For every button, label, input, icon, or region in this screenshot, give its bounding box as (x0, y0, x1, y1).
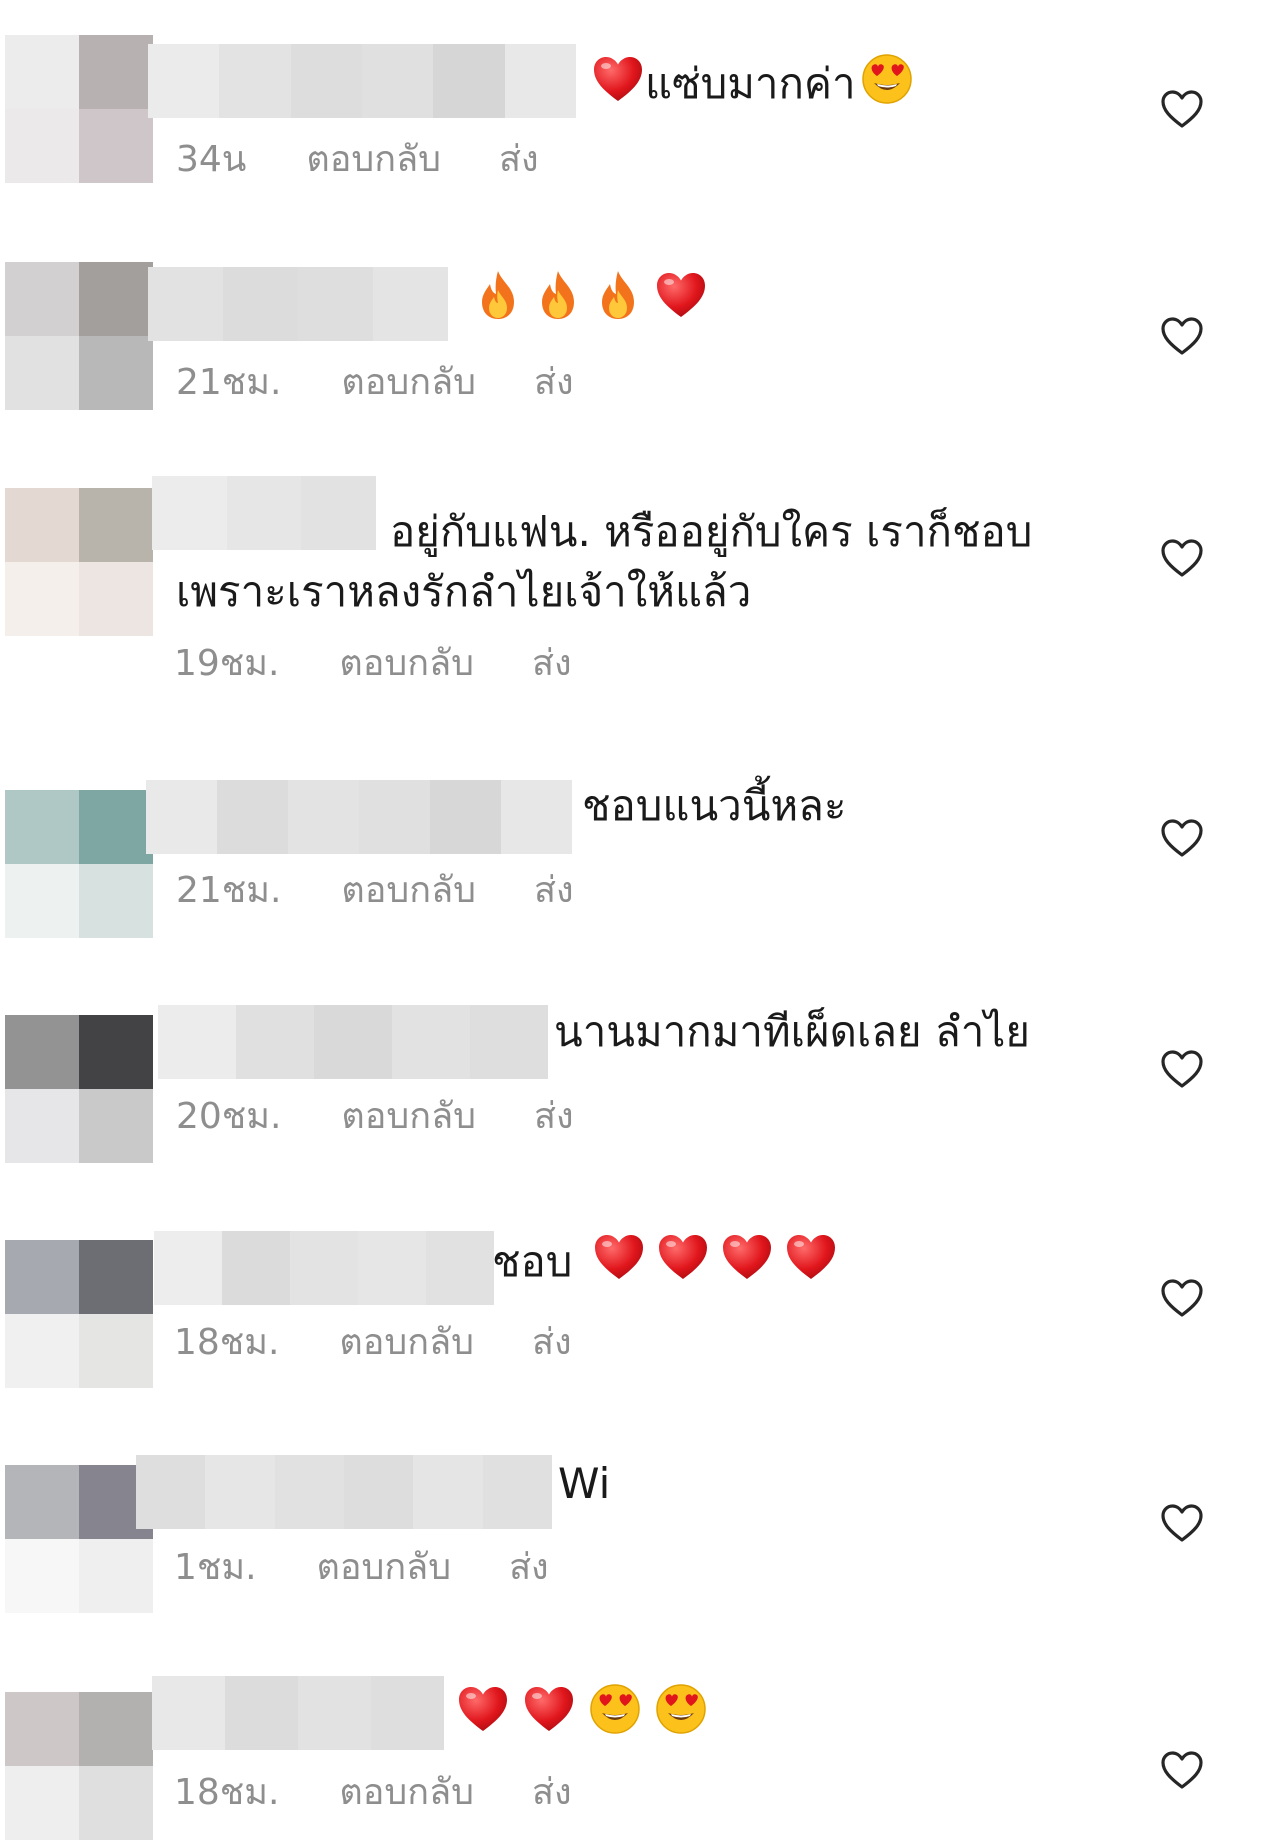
like-heart-icon[interactable] (1160, 316, 1204, 356)
comment-item: 21ชม. ตอบกลับ ส่ง (0, 262, 1280, 412)
username-redacted[interactable] (158, 1005, 548, 1079)
timestamp: 21ชม. (176, 870, 282, 911)
username-redacted[interactable] (136, 1455, 552, 1529)
heart-eyes-emoji (588, 1682, 642, 1751)
like-heart-icon[interactable] (1160, 89, 1204, 129)
red-heart-emoji (522, 1684, 576, 1749)
comment-text: อยู่กับแฟน. หรืออยู่กับใคร เราก็ชอบ (390, 507, 1033, 556)
comment-item: ชอบ 18ชม. ตอบกลับ ส่ง (0, 1231, 1280, 1390)
comment-item: แซ่บมากค่า 34น ตอบกลับ ส่ง (0, 35, 1280, 185)
avatar[interactable] (5, 35, 153, 183)
comment-text-continued: เพราะเราหลงรักลำไยเจ้าให้แล้ว (176, 567, 752, 616)
send-button[interactable]: ส่ง (534, 868, 574, 914)
send-button[interactable]: ส่ง (509, 1545, 549, 1591)
comment-text: นานมากมาทีเผ็ดเลย ลำไย (554, 1007, 1031, 1056)
timestamp: 18ชม. (174, 1322, 280, 1363)
timestamp: 18ชม. (174, 1772, 280, 1813)
red-heart-emoji (456, 1684, 510, 1749)
comment-item: ชอบแนวนี้หละ 21ชม. ตอบกลับ ส่ง (0, 780, 1280, 940)
send-button[interactable]: ส่ง (532, 1320, 572, 1366)
heart-eyes-emoji (654, 1682, 708, 1751)
timestamp: 20ชม. (176, 1096, 282, 1137)
fire-emoji (594, 268, 642, 337)
avatar[interactable] (5, 1015, 153, 1163)
like-heart-icon[interactable] (1160, 818, 1204, 858)
comment-text (452, 1682, 708, 1751)
reply-button[interactable]: ตอบกลับ (339, 1320, 474, 1366)
comment-text: ชอบแนวนี้หละ (582, 781, 847, 830)
comment-item: อยู่กับแฟน. หรืออยู่กับใคร เราก็ชอบ เพรา… (0, 476, 1280, 698)
send-button[interactable]: ส่ง (534, 1094, 574, 1140)
comment-meta: 21ชม. ตอบกลับ ส่ง (176, 868, 574, 914)
reply-button[interactable]: ตอบกลับ (306, 137, 441, 183)
comment-meta: 34น ตอบกลับ ส่ง (176, 137, 539, 183)
red-heart-emoji (654, 270, 708, 335)
send-button[interactable]: ส่ง (532, 641, 572, 687)
like-heart-icon[interactable] (1160, 1750, 1204, 1790)
reply-button[interactable]: ตอบกลับ (339, 1770, 474, 1816)
reply-button[interactable]: ตอบกลับ (341, 360, 476, 406)
timestamp: 34น (176, 139, 247, 180)
avatar[interactable] (5, 488, 153, 636)
username-redacted[interactable] (148, 267, 448, 341)
like-heart-icon[interactable] (1160, 1278, 1204, 1318)
reply-button[interactable]: ตอบกลับ (339, 641, 474, 687)
timestamp: 19ชม. (174, 643, 280, 684)
username-redacted[interactable] (154, 1231, 494, 1305)
comment-meta: 21ชม. ตอบกลับ ส่ง (176, 360, 574, 406)
username-redacted[interactable] (146, 780, 572, 854)
avatar[interactable] (5, 790, 153, 938)
avatar[interactable] (5, 1240, 153, 1388)
red-heart-emoji (784, 1232, 838, 1297)
comment-item: 18ชม. ตอบกลับ ส่ง (0, 1676, 1280, 1842)
send-button[interactable]: ส่ง (532, 1770, 572, 1816)
comment-item: Wi 1ชม. ตอบกลับ ส่ง (0, 1455, 1280, 1615)
red-heart-emoji (656, 1232, 710, 1297)
like-heart-icon[interactable] (1160, 538, 1204, 578)
comment-text: ชอบ (492, 1232, 838, 1297)
comment-meta: 18ชม. ตอบกลับ ส่ง (174, 1770, 572, 1816)
like-heart-icon[interactable] (1160, 1049, 1204, 1089)
comment-meta: 18ชม. ตอบกลับ ส่ง (174, 1320, 572, 1366)
comment-text (470, 268, 708, 337)
reply-button[interactable]: ตอบกลับ (341, 1094, 476, 1140)
fire-emoji (474, 268, 522, 337)
comment-item: นานมากมาทีเผ็ดเลย ลำไย 20ชม. ตอบกลับ ส่ง (0, 1005, 1280, 1165)
red-heart-emoji (592, 1232, 646, 1297)
comment-meta: 20ชม. ตอบกลับ ส่ง (176, 1094, 574, 1140)
reply-button[interactable]: ตอบกลับ (317, 1545, 452, 1591)
avatar[interactable] (5, 1465, 153, 1613)
comment-meta: 1ชม. ตอบกลับ ส่ง (174, 1545, 549, 1591)
reply-button[interactable]: ตอบกลับ (341, 868, 476, 914)
heart-eyes-emoji (860, 52, 914, 121)
username-redacted[interactable] (152, 1676, 444, 1750)
red-heart-emoji (591, 54, 645, 119)
timestamp: 1ชม. (174, 1547, 257, 1588)
comment-meta: 19ชม. ตอบกลับ ส่ง (174, 641, 572, 687)
fire-emoji (534, 268, 582, 337)
avatar[interactable] (5, 262, 153, 410)
send-button[interactable]: ส่ง (499, 137, 539, 183)
send-button[interactable]: ส่ง (534, 360, 574, 406)
avatar[interactable] (5, 1692, 153, 1840)
comment-text: แซ่บมากค่า (587, 52, 914, 121)
red-heart-emoji (720, 1232, 774, 1297)
username-redacted[interactable] (148, 44, 576, 118)
like-heart-icon[interactable] (1160, 1503, 1204, 1543)
comment-text: Wi (558, 1459, 611, 1508)
username-redacted[interactable] (152, 476, 377, 550)
timestamp: 21ชม. (176, 362, 282, 403)
